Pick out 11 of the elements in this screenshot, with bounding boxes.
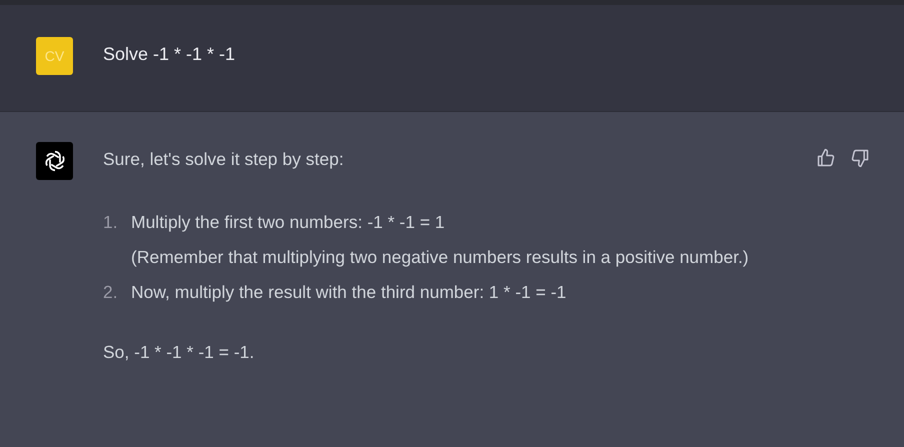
message-text: So, -1 * -1 * -1 = -1. <box>103 341 256 364</box>
step-note: (Remember that multiplying two negative numbers results in a positive number.) <box>131 246 750 269</box>
step-text: Now, multiply the result with the third number: 1 * -1 = -1 <box>131 281 568 304</box>
message-text: Solve -1 * -1 * -1 <box>103 43 236 66</box>
user-avatar: CV <box>36 37 73 75</box>
thumbs-down-icon[interactable] <box>850 148 870 168</box>
message-text: Sure, let's solve it step by step: <box>103 148 345 171</box>
list-number: 1. <box>103 211 119 234</box>
list-number: 2. <box>103 281 119 304</box>
thumbs-up-icon[interactable] <box>816 148 836 168</box>
step-text: Multiply the first two numbers: -1 * -1 = 1 <box>131 211 446 234</box>
